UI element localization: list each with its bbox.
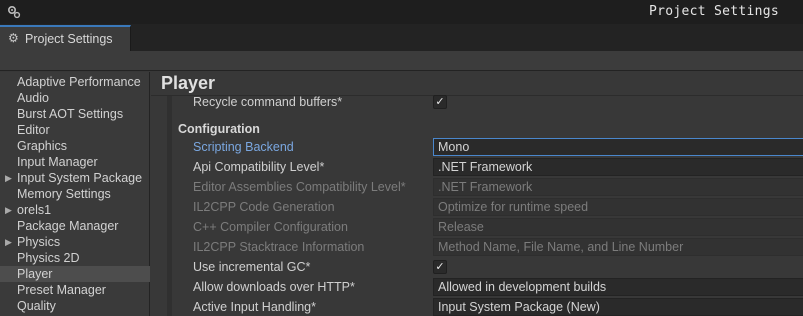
indent-rail — [167, 96, 172, 316]
editor-assemblies-compatibility-dropdown: .NET Framework — [433, 178, 803, 196]
checkmark-icon: ✓ — [435, 96, 445, 108]
sidebar-item-label: orels1 — [17, 203, 52, 217]
sidebar-item-label: Burst AOT Settings — [17, 107, 124, 121]
sidebar-item-label: Input Manager — [17, 155, 98, 169]
configuration-header: Configuration — [178, 122, 260, 136]
tab-label: Project Settings — [25, 32, 113, 46]
sidebar-item-preset-manager[interactable]: Preset Manager — [0, 282, 150, 298]
scripting-backend-dropdown[interactable]: Mono — [433, 138, 803, 156]
gear-icon: ⚙ — [8, 31, 19, 45]
tab-strip: ⚙ Project Settings — [0, 24, 803, 51]
checkmark-icon: ✓ — [435, 261, 445, 273]
expand-arrow-icon[interactable]: ▶ — [5, 170, 12, 186]
settings-sidebar: Adaptive Performance Audio Burst AOT Set… — [0, 72, 150, 316]
cpp-compiler-configuration-dropdown: Release — [433, 218, 803, 236]
page-title: Player — [161, 73, 216, 93]
sidebar-item-label: Graphics — [17, 139, 68, 153]
sidebar-item-orels1[interactable]: ▶ orels1 — [0, 202, 150, 218]
sidebar-item-label: Adaptive Performance — [17, 75, 141, 89]
sidebar-item-package-manager[interactable]: Package Manager — [0, 218, 150, 234]
sidebar-item-label: Memory Settings — [17, 187, 111, 201]
sidebar-item-editor[interactable]: Editor — [0, 122, 150, 138]
title-bar: Project Settings — [0, 0, 803, 24]
gear-cluster-icon — [6, 4, 22, 20]
sidebar-item-label: Player — [17, 267, 53, 281]
editor-assemblies-compatibility-label: Editor Assemblies Compatibility Level* — [193, 180, 406, 194]
allow-http-downloads-dropdown[interactable]: Allowed in development builds — [433, 278, 803, 296]
tab-project-settings[interactable]: ⚙ Project Settings — [0, 25, 131, 51]
sidebar-item-label: Preset Manager — [17, 283, 106, 297]
sidebar-item-input-system-package[interactable]: ▶ Input System Package — [0, 170, 150, 186]
scripting-backend-label: Scripting Backend — [193, 140, 294, 154]
sidebar-item-label: Editor — [17, 123, 50, 137]
recycle-command-buffers-checkbox[interactable]: ✓ — [433, 95, 447, 109]
sidebar-item-audio[interactable]: Audio — [0, 90, 150, 106]
sidebar-item-quality[interactable]: Quality — [0, 298, 150, 314]
active-input-handling-dropdown[interactable]: Input System Package (New) — [433, 298, 803, 316]
expand-arrow-icon[interactable]: ▶ — [5, 234, 12, 250]
allow-http-downloads-label: Allow downloads over HTTP* — [193, 280, 355, 294]
sidebar-item-label: Input System Package — [17, 171, 143, 185]
sidebar-item-input-manager[interactable]: Input Manager — [0, 154, 150, 170]
toolbar — [0, 51, 803, 71]
recycle-command-buffers-label: Recycle command buffers* — [193, 95, 343, 109]
incremental-gc-label: Use incremental GC* — [193, 260, 311, 274]
sidebar-item-physics[interactable]: ▶ Physics — [0, 234, 150, 250]
player-settings-panel: Player Recycle command buffers* ✓ Config… — [151, 72, 803, 316]
window-title: Project Settings — [648, 4, 779, 19]
sidebar-item-memory-settings[interactable]: Memory Settings — [0, 186, 150, 202]
sidebar-item-label: Audio — [17, 91, 49, 105]
il2cpp-stacktrace-dropdown: Method Name, File Name, and Line Number — [433, 238, 803, 256]
sidebar-item-label: Package Manager — [17, 219, 119, 233]
il2cpp-code-generation-dropdown: Optimize for runtime speed — [433, 198, 803, 216]
sidebar-item-label: Physics 2D — [17, 251, 80, 265]
active-input-handling-label: Active Input Handling* — [193, 300, 316, 314]
expand-arrow-icon[interactable]: ▶ — [5, 202, 12, 218]
sidebar-item-adaptive-performance[interactable]: Adaptive Performance — [0, 74, 150, 90]
il2cpp-stacktrace-label: IL2CPP Stacktrace Information — [193, 240, 365, 254]
sidebar-item-burst-aot-settings[interactable]: Burst AOT Settings — [0, 106, 150, 122]
sidebar-item-label: Physics — [17, 235, 61, 249]
api-compatibility-level-dropdown[interactable]: .NET Framework — [433, 158, 803, 176]
cpp-compiler-configuration-label: C++ Compiler Configuration — [193, 220, 348, 234]
api-compatibility-level-label: Api Compatibility Level* — [193, 160, 325, 174]
sidebar-item-label: Quality — [17, 299, 56, 313]
sidebar-item-physics-2d[interactable]: Physics 2D — [0, 250, 150, 266]
incremental-gc-checkbox[interactable]: ✓ — [433, 260, 447, 274]
il2cpp-code-generation-label: IL2CPP Code Generation — [193, 200, 335, 214]
sidebar-item-player[interactable]: Player — [0, 266, 150, 282]
sidebar-item-graphics[interactable]: Graphics — [0, 138, 150, 154]
